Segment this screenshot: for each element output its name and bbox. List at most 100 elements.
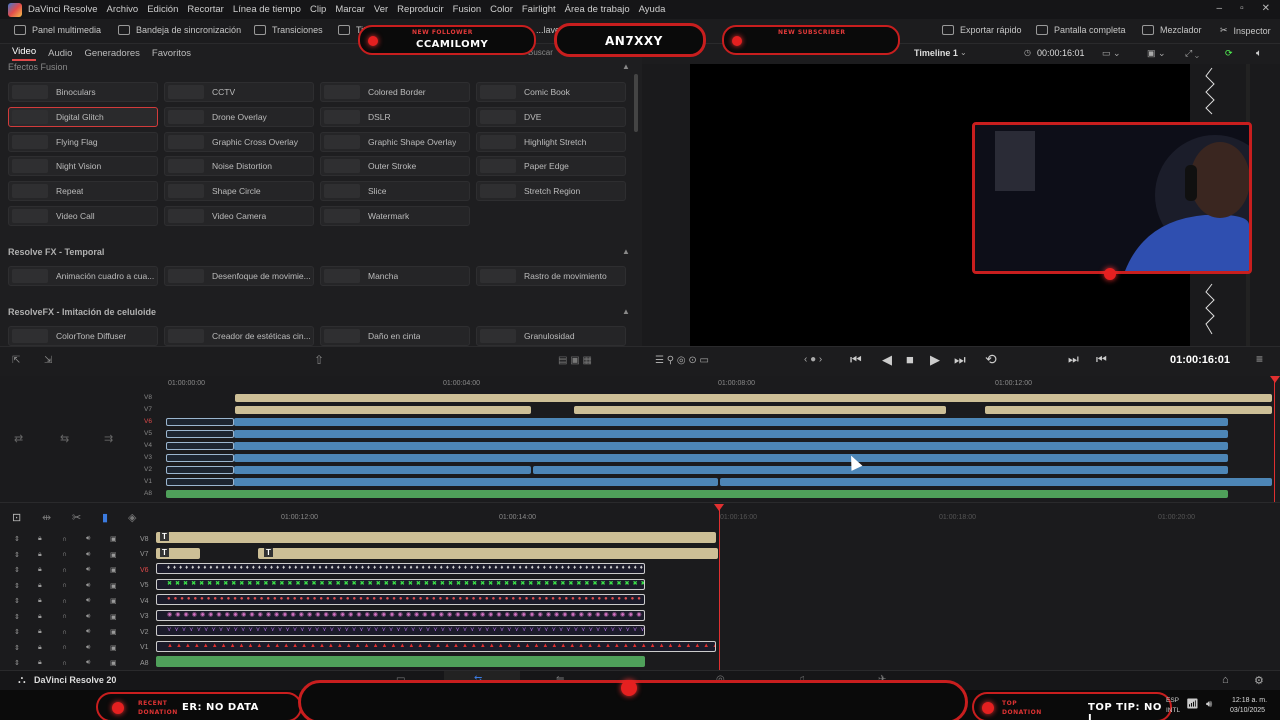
go-to-end-icon[interactable]: ⏭ [954, 352, 966, 368]
timeline-clip[interactable] [234, 466, 531, 474]
effect-card[interactable]: Mancha [320, 266, 470, 286]
inspector-button[interactable]: ✂ Inspector [1220, 25, 1271, 36]
tab-video[interactable]: Video [12, 46, 37, 61]
next-edit-icon[interactable]: ⏭ [1068, 352, 1079, 367]
menu-edicion[interactable]: Edición [147, 4, 178, 15]
headphone-icon[interactable]: ∩ [62, 644, 67, 651]
effect-card[interactable]: ColorTone Diffuser [8, 326, 158, 346]
tool-icon[interactable]: ⇱ [12, 355, 20, 366]
effect-card[interactable]: Video Camera [164, 206, 314, 226]
jog-icon[interactable]: ‹ ● › [804, 354, 822, 365]
audio-clip[interactable] [156, 656, 645, 667]
stop-icon[interactable]: ■ [906, 352, 914, 367]
track-label[interactable]: V7 [130, 406, 152, 413]
view-icon[interactable]: ▤ ▣ ▦ [558, 355, 592, 366]
title-clip[interactable] [258, 547, 718, 559]
monitor-icon[interactable]: ▣ [110, 628, 117, 636]
menu-archivo[interactable]: Archivo [107, 4, 139, 15]
mixer-button[interactable]: Mezclador [1142, 25, 1202, 35]
speaker-icon[interactable]: 🔊︎ [86, 551, 90, 559]
effect-card[interactable]: DVE [476, 106, 626, 127]
lock-icon[interactable]: 🔒︎ [38, 566, 42, 574]
chevron-down-icon[interactable]: ⌄ [960, 48, 967, 57]
effect-clip[interactable]: ●●●●●●●●●●●●●●●●●●●●●●●●●●●●●●●●●●●●●●●●… [156, 594, 645, 605]
reverse-play-icon[interactable]: ◀ [882, 352, 892, 368]
effect-card[interactable]: Rastro de movimiento [476, 266, 626, 286]
speaker-icon[interactable]: 🔊︎ [86, 659, 90, 667]
move-icon[interactable]: ⇕ [14, 582, 20, 590]
headphone-icon[interactable]: ∩ [62, 582, 67, 589]
lock-icon[interactable]: 🔒︎ [38, 659, 42, 667]
menu-fusion[interactable]: Fusion [453, 4, 482, 15]
timeline-clip[interactable] [235, 394, 1272, 402]
effect-card[interactable]: Binoculars [8, 82, 158, 102]
timeline-clip[interactable] [985, 406, 1272, 414]
close-icon[interactable]: ✕ [1262, 3, 1270, 14]
menu-fairlight[interactable]: Fairlight [522, 4, 556, 15]
effect-card[interactable]: Night Vision [8, 156, 158, 177]
monitor-icon[interactable]: ▣ [110, 535, 117, 543]
link-icon[interactable]: ◈ [128, 511, 136, 524]
effect-card[interactable]: Noise Distortion [164, 156, 314, 177]
volume-icon[interactable]: 🔈︎ [1256, 48, 1262, 59]
move-icon[interactable]: ⇕ [14, 535, 20, 543]
timeline-clip[interactable] [166, 454, 234, 462]
timeline-clip[interactable] [533, 466, 1228, 474]
timeline-clip[interactable] [234, 478, 718, 486]
tray-language[interactable]: ESP [1166, 697, 1179, 704]
effect-card[interactable]: Paper Edge [476, 156, 626, 177]
playhead-marker-icon[interactable] [1270, 376, 1280, 383]
media-pool-button[interactable]: Panel multimedia [14, 25, 101, 35]
move-icon[interactable]: ⇕ [14, 644, 20, 652]
sync-icon[interactable]: ⟳ [1225, 48, 1233, 59]
settings-icon[interactable]: ⚙ [1254, 674, 1264, 687]
tab-favoritos[interactable]: Favoritos [152, 48, 191, 59]
viewer-options-icon[interactable]: ▭ ⌄ [1102, 48, 1121, 59]
lock-icon[interactable]: 🔒︎ [38, 613, 42, 621]
blade-icon[interactable]: ✂ [72, 511, 81, 524]
menu-marcar[interactable]: Marcar [335, 4, 365, 15]
display-mode-icon[interactable]: ▣ ⌄ [1147, 48, 1166, 59]
effect-card[interactable]: Drone Overlay [164, 106, 314, 127]
lock-icon[interactable]: 🔒︎ [38, 582, 42, 590]
headphone-icon[interactable]: ∩ [62, 660, 67, 667]
playhead[interactable] [1274, 378, 1275, 502]
headphone-icon[interactable]: ∩ [62, 551, 67, 558]
effect-card[interactable]: Graphic Cross Overlay [164, 131, 314, 152]
quick-export-button[interactable]: Exportar rápido [942, 25, 1022, 35]
headphone-icon[interactable]: ∩ [62, 536, 67, 543]
effect-card[interactable]: Animación cuadro a cua... [8, 266, 158, 286]
effect-clip[interactable]: ♦♦♦♦♦♦♦♦♦♦♦♦♦♦♦♦♦♦♦♦♦♦♦♦♦♦♦♦♦♦♦♦♦♦♦♦♦♦♦♦… [156, 563, 645, 574]
menu-color[interactable]: Color [490, 4, 513, 15]
headphone-icon[interactable]: ∩ [62, 629, 67, 636]
timeline-clip[interactable] [234, 454, 1228, 462]
track-label[interactable]: V5 [130, 430, 152, 437]
timeline-clip[interactable] [234, 418, 1228, 426]
track-label[interactable]: V1 [130, 478, 152, 485]
monitor-icon[interactable]: ▣ [110, 566, 117, 574]
tray-region[interactable]: INTL [1166, 707, 1180, 714]
snap-icon[interactable]: ⇹ [42, 511, 51, 524]
speaker-icon[interactable]: 🔊︎ [86, 535, 90, 543]
timeline-clip[interactable] [166, 418, 234, 426]
effect-card[interactable]: Digital Glitch [8, 106, 158, 127]
timeline-clip[interactable] [166, 478, 234, 486]
playhead[interactable] [719, 507, 720, 670]
speaker-icon[interactable]: 🔊︎ [86, 628, 90, 636]
move-icon[interactable]: ⇕ [14, 628, 20, 636]
timeline-clip[interactable] [166, 442, 234, 450]
track-label[interactable]: V3 [140, 613, 149, 620]
effect-card[interactable]: Highlight Stretch [476, 131, 626, 152]
fullscreen-button[interactable]: Pantalla completa [1036, 25, 1126, 35]
speaker-icon[interactable]: 🔊︎ [86, 597, 90, 605]
lock-icon[interactable]: 🔒︎ [38, 551, 42, 559]
speaker-icon[interactable]: 🔊︎ [86, 644, 90, 652]
effect-card[interactable]: Shape Circle [164, 181, 314, 202]
menu-linea-de-tiempo[interactable]: Línea de tiempo [233, 4, 301, 15]
effect-clip[interactable]: ✖✖✖✖✖✖✖✖✖✖✖✖✖✖✖✖✖✖✖✖✖✖✖✖✖✖✖✖✖✖✖✖✖✖✖✖✖✖✖✖… [156, 578, 645, 590]
upper-timeline[interactable]: ⇄ ⇆ ⇉ 01:00:00:00 01:00:04:00 01:00:08:00 0… [0, 376, 1280, 502]
track-label[interactable]: V4 [130, 442, 152, 449]
lock-icon[interactable]: 🔒︎ [38, 535, 42, 543]
timeline-clip[interactable] [720, 478, 1272, 486]
home-icon[interactable]: ⌂ [1222, 674, 1229, 686]
